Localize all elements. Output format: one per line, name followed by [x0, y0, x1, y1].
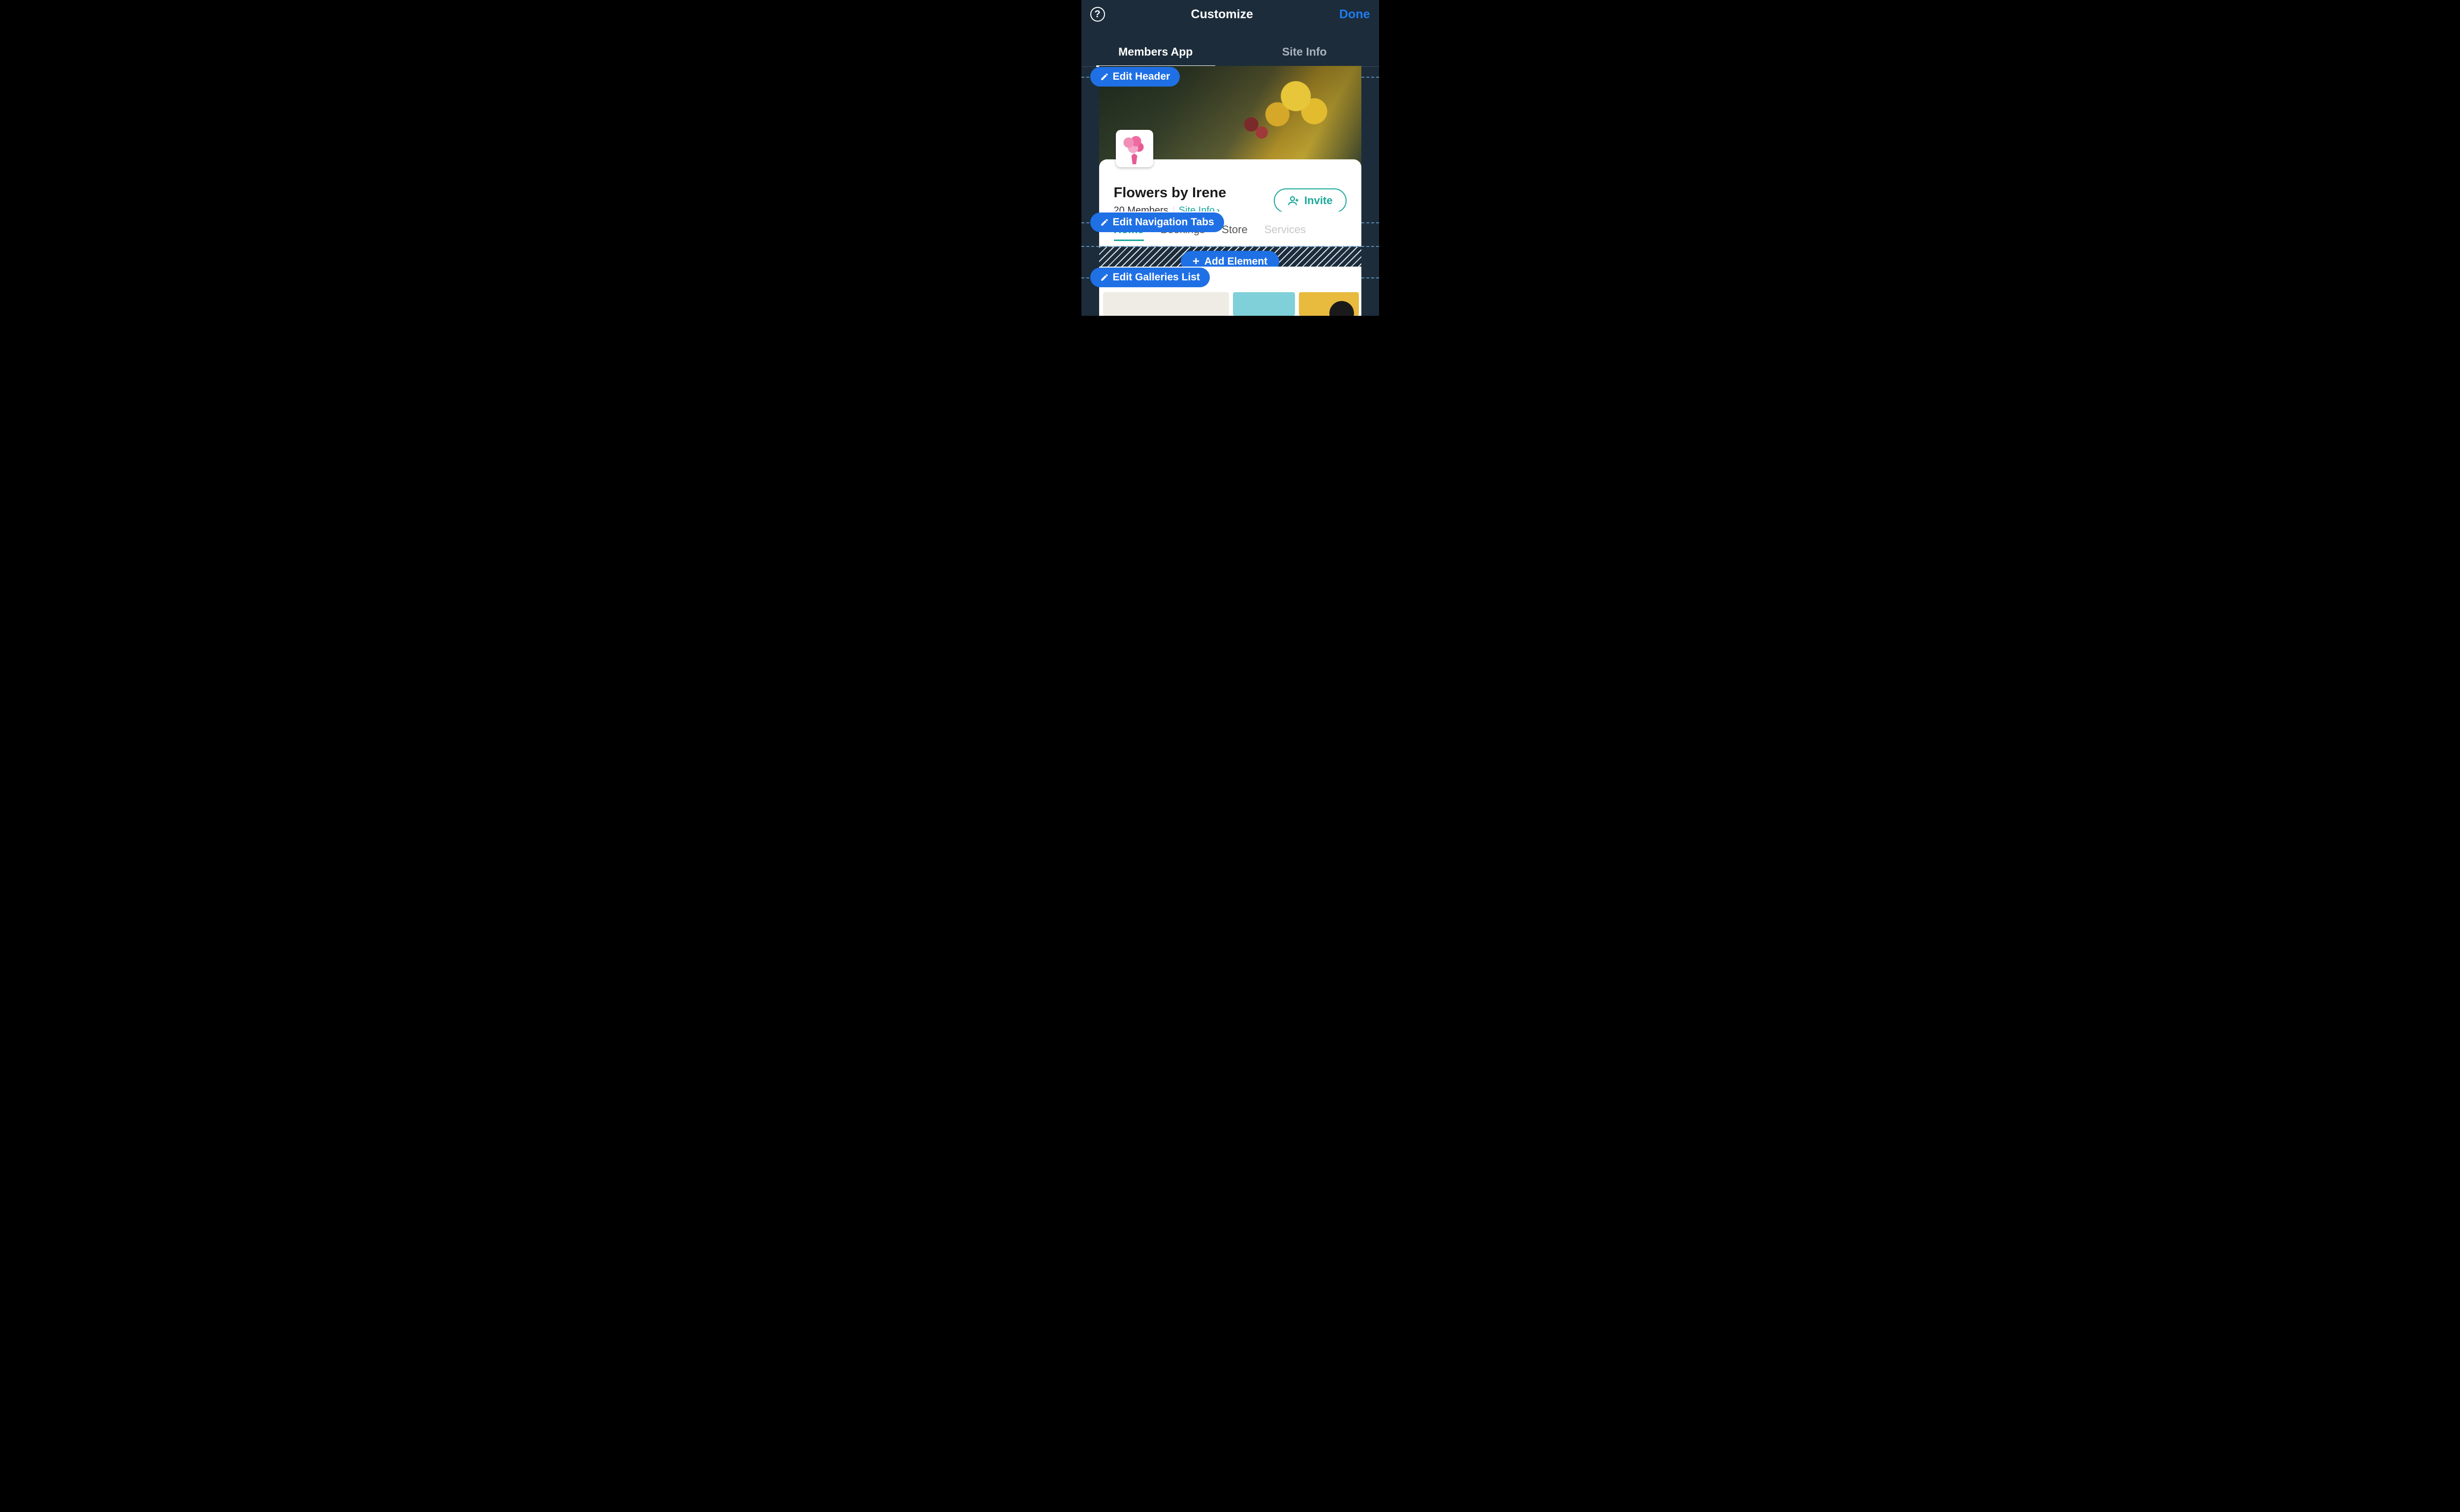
pencil-icon [1100, 72, 1109, 81]
add-user-icon [1288, 195, 1299, 207]
top-tabs: Members App Site Info [1081, 38, 1379, 67]
edit-header-button[interactable]: Edit Header [1090, 67, 1180, 87]
avatar [1116, 130, 1153, 167]
page-title: Customize [1191, 7, 1253, 22]
gallery-tile[interactable] [1233, 292, 1295, 316]
tab-site-info[interactable]: Site Info [1230, 38, 1379, 66]
invite-label: Invite [1304, 194, 1332, 207]
edit-header-label: Edit Header [1113, 71, 1170, 83]
help-icon[interactable]: ? [1090, 7, 1105, 22]
app-preview: Flowers by Irene 20 Members Site Info › [1099, 66, 1361, 216]
done-button[interactable]: Done [1339, 7, 1370, 22]
site-card: Flowers by Irene 20 Members Site Info › [1099, 159, 1361, 216]
site-name: Flowers by Irene [1114, 185, 1227, 201]
add-element-label: Add Element [1204, 256, 1267, 268]
bouquet-icon [1120, 134, 1149, 163]
card-body: Flowers by Irene 20 Members Site Info › [1099, 159, 1361, 216]
edit-galleries-button[interactable]: Edit Galleries List [1090, 268, 1210, 287]
nav-tab-services[interactable]: Services [1264, 223, 1306, 241]
gallery-tile[interactable] [1299, 292, 1359, 316]
gallery-tile[interactable] [1103, 292, 1229, 316]
customize-screen: ? Customize Done Members App Site Info E… [1081, 0, 1379, 316]
pencil-icon [1100, 273, 1109, 282]
edit-galleries-label: Edit Galleries List [1113, 272, 1200, 283]
nav-tab-store[interactable]: Store [1222, 223, 1248, 241]
edit-nav-tabs-button[interactable]: Edit Navigation Tabs [1090, 212, 1224, 232]
top-bar: ? Customize Done [1081, 0, 1379, 29]
tab-members-app[interactable]: Members App [1081, 38, 1230, 66]
pencil-icon [1100, 218, 1109, 227]
plus-icon: + [1193, 256, 1199, 268]
invite-button[interactable]: Invite [1274, 188, 1346, 213]
edit-nav-tabs-label: Edit Navigation Tabs [1113, 216, 1214, 228]
customize-canvas: Edit Header Flowers by Irene 20 Members [1081, 67, 1379, 316]
